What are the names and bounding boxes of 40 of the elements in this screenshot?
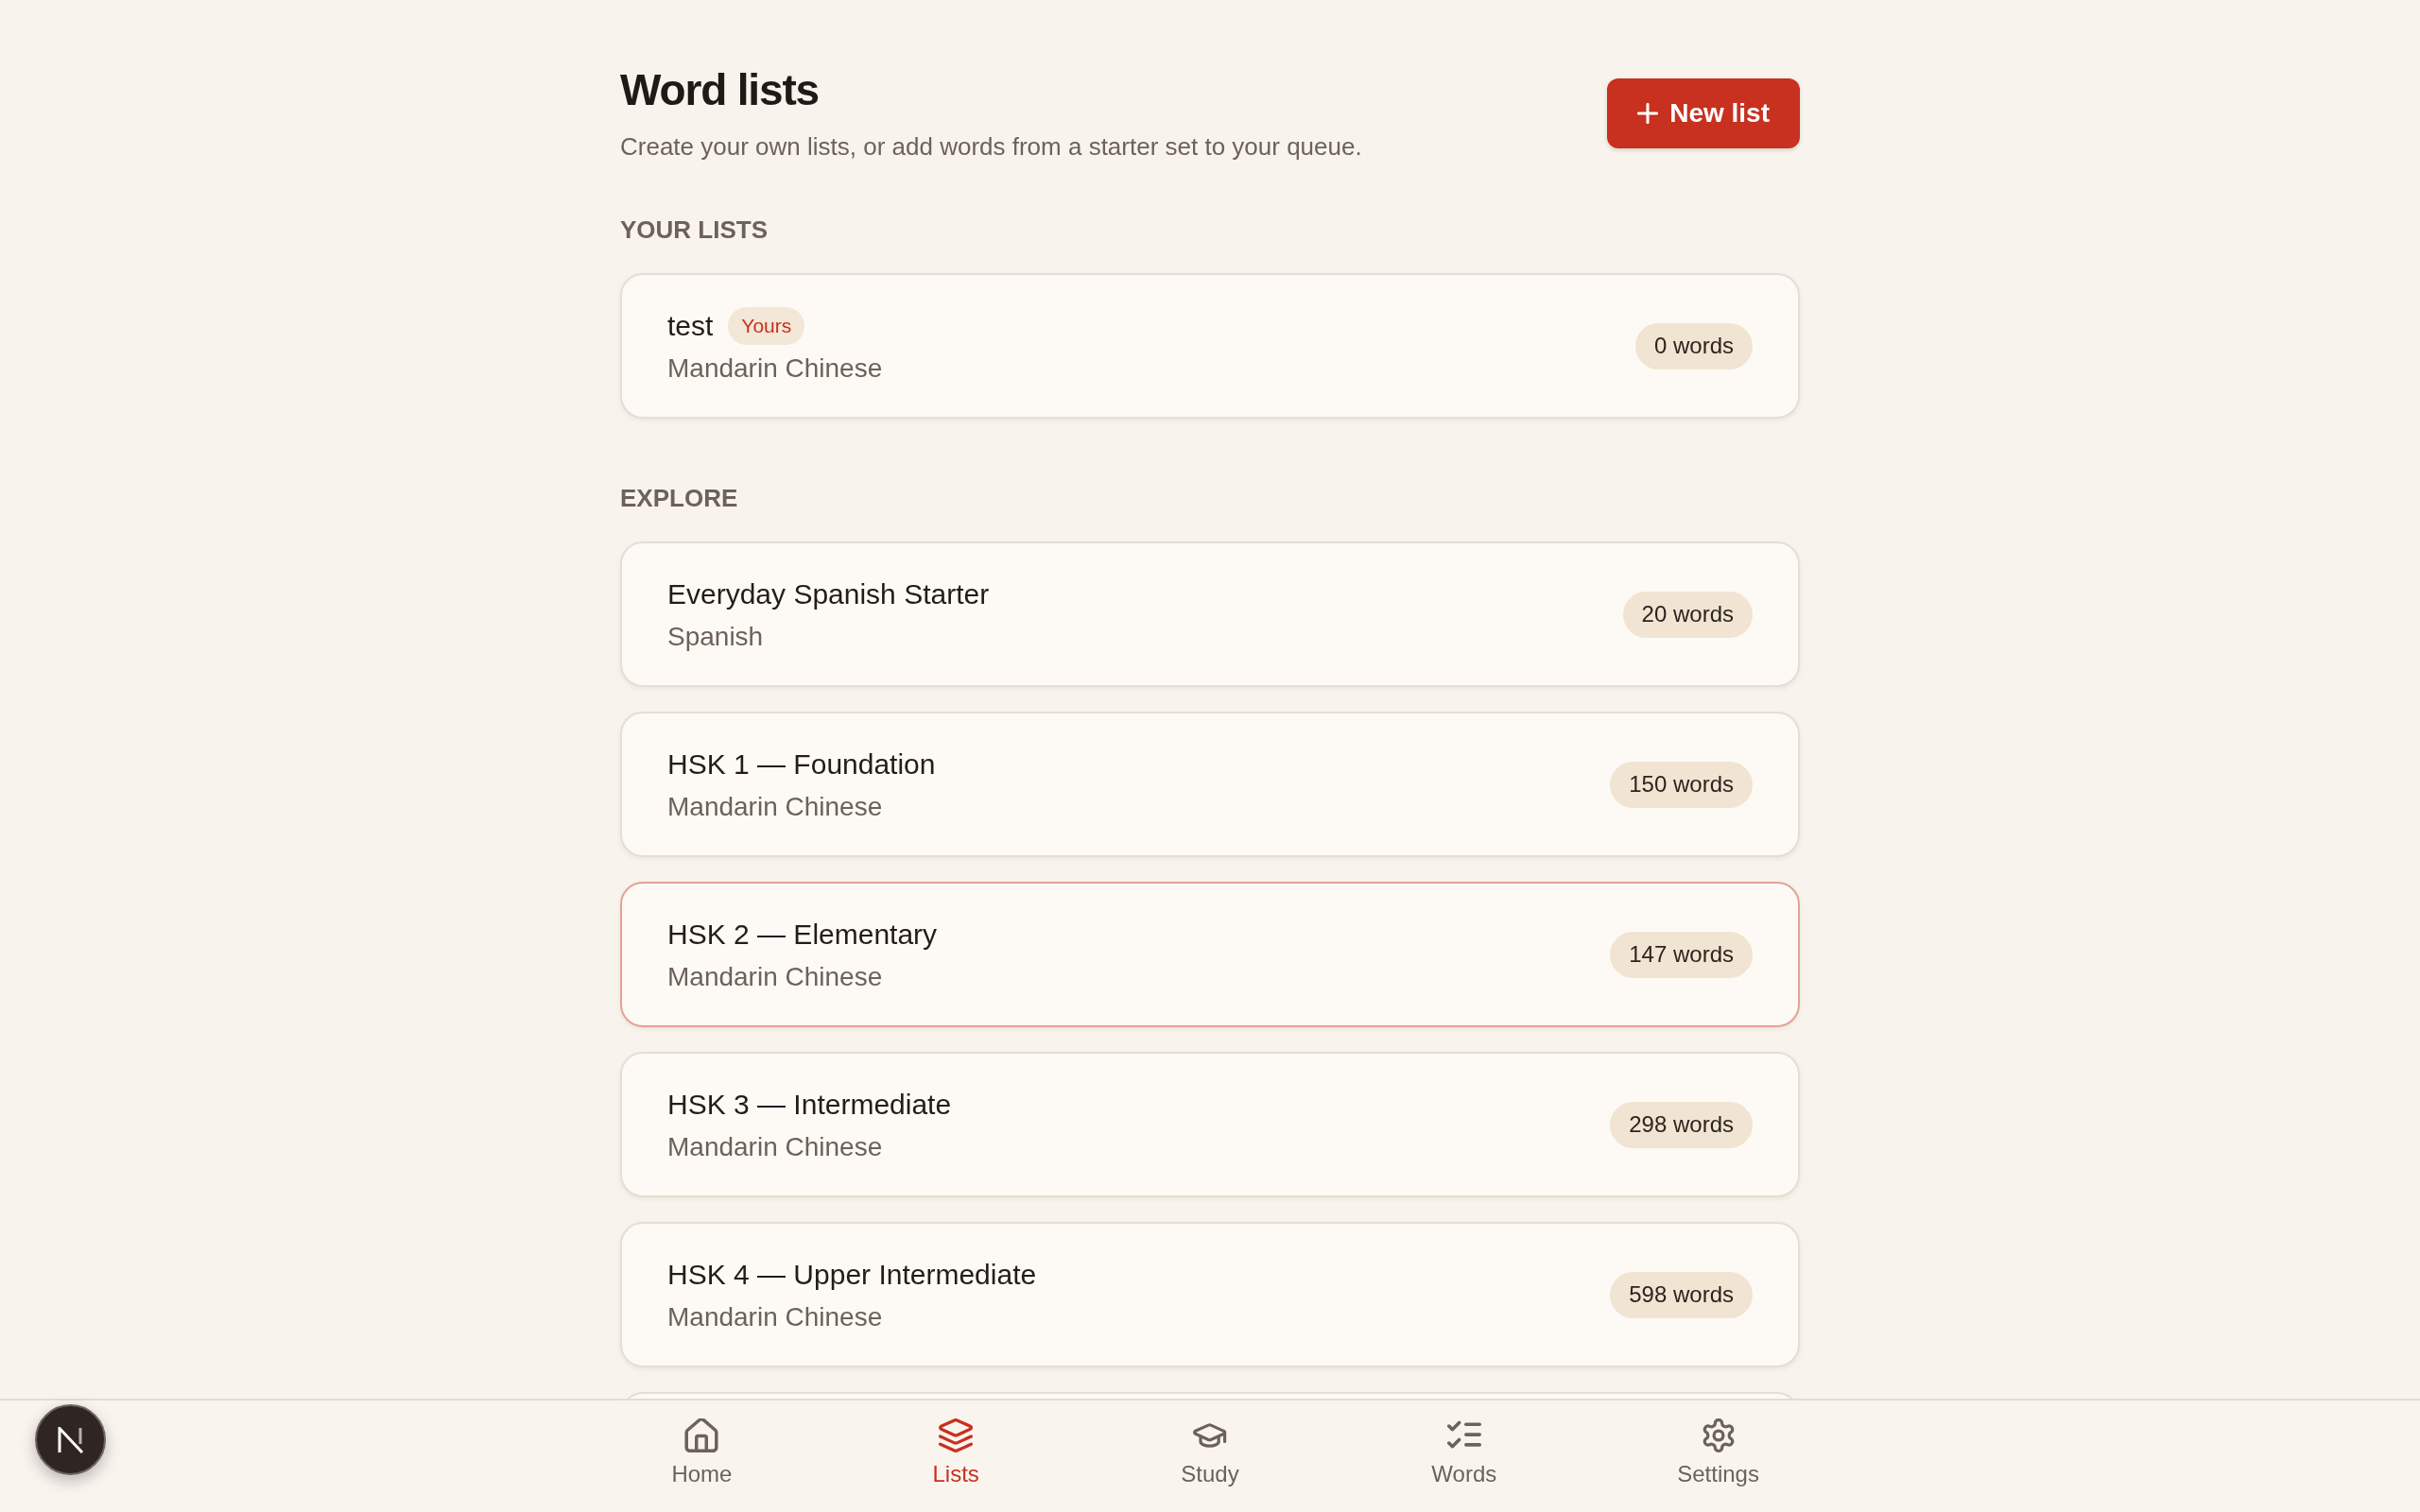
nav-tab[interactable]: Lists [828, 1400, 1083, 1512]
list-card[interactable]: test Yours Mandarin Chinese 0 words [620, 273, 1800, 419]
list-card[interactable]: HSK 3 — Intermediate Mandarin Chinese 298 words [620, 1052, 1800, 1197]
list-title: HSK 3 — Intermediate [667, 1087, 952, 1122]
list-language: Mandarin Chinese [667, 352, 883, 385]
list-language: Mandarin Chinese [667, 960, 884, 993]
section-heading: YOUR LISTS [620, 215, 769, 245]
new-list-button[interactable]: New list [1607, 78, 1800, 148]
list-card[interactable]: HSK 2 — Elementary Mandarin Chinese 147 words [620, 882, 1800, 1027]
list-card[interactable]: HSK 4 — Upper Intermediate Mandarin Chinese 598 words [620, 1222, 1800, 1367]
home-icon [684, 1418, 719, 1452]
list-language: Mandarin Chinese [667, 1130, 884, 1163]
word-count-badge: 598 words [1610, 1271, 1753, 1318]
nav-tab[interactable]: Settings [1591, 1400, 1845, 1512]
nav-tab[interactable]: Home [575, 1400, 829, 1512]
nav-tab[interactable]: Words [1337, 1400, 1592, 1512]
settings-icon [1701, 1418, 1736, 1452]
nav-tab[interactable]: Study [1082, 1400, 1338, 1512]
word-count-badge: 147 words [1610, 931, 1753, 978]
owner-badge: Yours [728, 306, 805, 345]
word-count-badge: 20 words [1622, 591, 1753, 638]
plus-icon [1637, 103, 1659, 124]
section-heading: EXPLORE [620, 483, 739, 513]
list-language: Mandarin Chinese [667, 790, 884, 823]
list-title: HSK 2 — Elementary [667, 917, 938, 952]
n-logo-icon [57, 1426, 84, 1453]
list-card[interactable]: Everyday Spanish Starter Spanish 20 words [620, 541, 1800, 687]
list-title: test [667, 308, 714, 343]
word-count-badge: 0 words [1634, 322, 1753, 369]
layers-icon [939, 1418, 974, 1452]
list-language: Mandarin Chinese [667, 1300, 884, 1333]
page-subtitle: Create your own lists, or add words from a starter set to your queue. [620, 131, 1362, 163]
page-title: Word lists [620, 66, 820, 113]
word-count-badge: 150 words [1610, 761, 1753, 808]
list-title: HSK 4 — Upper Intermediate [667, 1257, 1037, 1292]
list-card[interactable]: HSK 1 — Foundation Mandarin Chinese 150 words [620, 712, 1800, 857]
word-count-badge: 298 words [1610, 1101, 1753, 1148]
list-language: Spanish [667, 620, 765, 653]
list-title: Everyday Spanish Starter [667, 576, 990, 611]
list-title: HSK 1 — Foundation [667, 747, 936, 782]
